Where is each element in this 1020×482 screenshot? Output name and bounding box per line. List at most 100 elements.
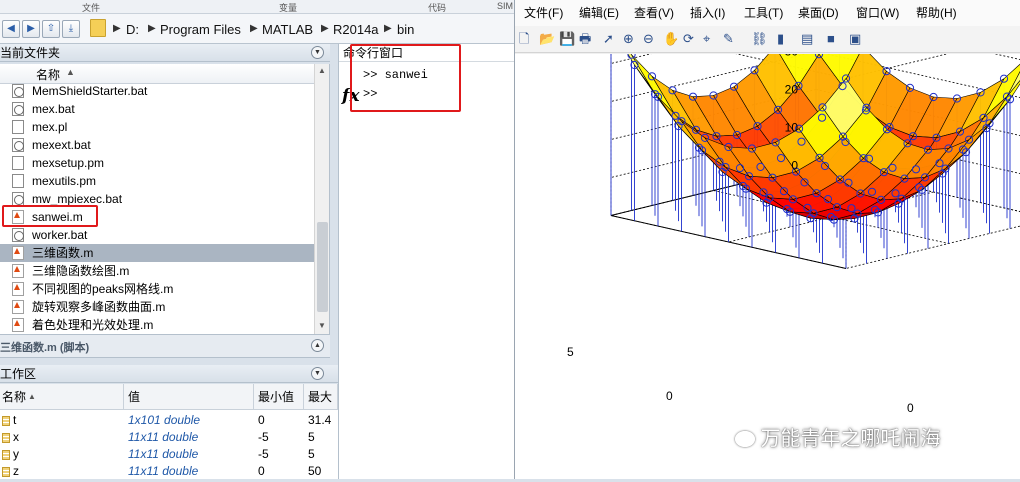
browse-folder-icon[interactable]: ⤓ — [62, 20, 80, 38]
print-icon[interactable]: 🖶 — [579, 31, 595, 47]
ribbon-tab-code[interactable]: 代码 — [428, 1, 446, 14]
figure-menu-item[interactable]: 查看(V) — [634, 4, 674, 21]
breadcrumb-bin[interactable]: bin — [397, 22, 414, 37]
surface-plot[interactable]: 01020304050500 — [515, 54, 1020, 479]
file-row[interactable]: 旋转观察多峰函数曲面.m — [0, 298, 314, 316]
scroll-thumb[interactable] — [317, 222, 328, 312]
variable-min: 0 — [258, 412, 265, 429]
variable-value: 11x11 double — [128, 429, 198, 446]
variable-icon — [2, 467, 10, 477]
variable-name: z — [13, 463, 19, 479]
pan-icon[interactable]: ✋ — [663, 31, 679, 47]
breadcrumb-r2014a[interactable]: R2014a — [333, 22, 379, 37]
file-list-scrollbar[interactable]: ▲ ▼ — [314, 64, 330, 334]
watermark: 万能青年之哪吒闹海 — [735, 422, 941, 451]
m-file-icon — [12, 264, 24, 278]
file-list: 名称 ▲ MemShieldStarter.batmex.batmex.plme… — [0, 64, 330, 334]
details-bar: 三维函数.m (脚本) ▲ — [0, 334, 330, 358]
file-list-header[interactable]: 名称 ▲ — [0, 64, 314, 84]
colorbar-icon[interactable]: ▮ — [777, 31, 793, 47]
file-row[interactable]: mexsetup.pm — [0, 154, 314, 172]
watermark-text: 万能青年之哪吒闹海 — [761, 428, 941, 450]
file-row[interactable]: 三维隐函数绘图.m — [0, 262, 314, 280]
file-row[interactable]: 着色处理和光效处理.m — [0, 316, 314, 334]
figure-menu-item[interactable]: 文件(F) — [524, 4, 563, 21]
file-row[interactable]: worker.bat — [0, 226, 314, 244]
save-icon[interactable]: 💾 — [559, 31, 575, 47]
column-name-label[interactable]: 名称 — [36, 66, 60, 83]
breadcrumb-arrow-icon: ▶ — [250, 23, 258, 34]
workspace-title: 工作区 — [0, 367, 36, 381]
folder-icon — [90, 19, 106, 37]
file-row[interactable]: mex.bat — [0, 100, 314, 118]
breadcrumb-program-files[interactable]: Program Files — [160, 22, 241, 37]
file-row[interactable]: MemShieldStarter.bat — [0, 82, 314, 100]
z-tick-label: 30 — [785, 54, 799, 59]
plot-area[interactable]: 01020304050500 万能青年之哪吒闹海 — [515, 54, 1020, 479]
variable-icon — [2, 450, 10, 460]
breadcrumb-arrow-icon: ▶ — [384, 23, 392, 34]
scroll-down-icon[interactable]: ▼ — [318, 321, 326, 330]
pointer-icon[interactable]: ➚ — [603, 31, 619, 47]
figure-menu-item[interactable]: 插入(I) — [690, 4, 725, 21]
document-icon — [12, 120, 24, 134]
ribbon-tab-variable[interactable]: 变量 — [279, 1, 297, 14]
sort-ascending-icon: ▲ — [66, 67, 75, 77]
workspace-menu-icon[interactable]: ▼ — [311, 367, 324, 380]
variable-name: y — [13, 446, 19, 463]
current-folder-header: 当前文件夹 ▼ — [0, 44, 330, 62]
new-icon[interactable]: 🗋 — [519, 31, 535, 47]
up-folder-icon[interactable]: ⇧ — [42, 20, 60, 38]
back-icon[interactable]: ◀ — [2, 20, 20, 38]
file-name: mex.pl — [32, 118, 67, 136]
details-expand-icon[interactable]: ▲ — [311, 339, 324, 352]
link-icon[interactable]: ⛓ — [751, 31, 767, 47]
highlight-box-command — [350, 44, 461, 112]
variable-value: 11x11 double — [128, 463, 198, 479]
datacursor-icon[interactable]: ⌖ — [703, 31, 719, 47]
panel-menu-icon[interactable]: ▼ — [311, 46, 324, 59]
bat-file-icon — [12, 228, 24, 242]
file-name: 旋转观察多峰函数曲面.m — [32, 298, 165, 316]
figure-toolbar: 🗋📂💾🖶 ➚⊕⊖✋⟳⌖✎ ⛓ ▮ ▤ ■ ▣ — [515, 26, 1020, 53]
open-icon[interactable]: 📂 — [539, 31, 555, 47]
figure-menu-item[interactable]: 窗口(W) — [856, 4, 899, 21]
variable-min: 0 — [258, 463, 265, 479]
rotate-icon[interactable]: ⟳ — [683, 31, 699, 47]
ribbon-tab-sim[interactable]: SIM — [497, 1, 513, 11]
figure-menu-item[interactable]: 桌面(D) — [798, 4, 839, 21]
wechat-icon — [735, 431, 755, 447]
scroll-up-icon[interactable]: ▲ — [318, 66, 326, 75]
figure-menu-item[interactable]: 工具(T) — [744, 4, 783, 21]
file-row[interactable]: 三维函数.m — [0, 244, 314, 262]
brush-icon[interactable]: ✎ — [723, 31, 739, 47]
ribbon-tab-file[interactable]: 文件 — [82, 1, 100, 14]
file-row[interactable]: mex.pl — [0, 118, 314, 136]
legend-icon[interactable]: ▤ — [801, 31, 817, 47]
breadcrumb-drive[interactable]: D: — [126, 22, 139, 37]
x-tick-label: 5 — [567, 345, 574, 359]
file-name: 着色处理和光效处理.m — [32, 316, 153, 334]
zoom-out-icon[interactable]: ⊖ — [643, 31, 659, 47]
current-folder-title: 当前文件夹 — [0, 46, 60, 60]
workspace-header: 工作区 ▼ — [0, 365, 338, 383]
variable-max: 50 — [308, 463, 321, 479]
hide-tools-icon[interactable]: ■ — [827, 31, 843, 47]
figure-menu-item[interactable]: 编辑(E) — [579, 4, 619, 21]
file-name: mexutils.pm — [32, 172, 96, 190]
breadcrumb-matlab[interactable]: MATLAB — [262, 22, 313, 37]
variable-max: 5 — [308, 429, 315, 446]
file-row[interactable]: 不同视图的peaks网格线.m — [0, 280, 314, 298]
file-row[interactable]: mexutils.pm — [0, 172, 314, 190]
zoom-in-icon[interactable]: ⊕ — [623, 31, 639, 47]
figure-menu-item[interactable]: 帮助(H) — [916, 4, 957, 21]
show-tools-icon[interactable]: ▣ — [849, 31, 865, 47]
z-tick-label: 20 — [785, 83, 799, 97]
ws-col-name[interactable]: 名称▲ — [0, 384, 124, 410]
ws-col-min[interactable]: 最小值 — [254, 384, 304, 410]
ws-col-value[interactable]: 值 — [124, 384, 254, 410]
file-row[interactable]: mexext.bat — [0, 136, 314, 154]
ws-col-max[interactable]: 最大 — [304, 384, 338, 410]
figure-menubar: 文件(F) 编辑(E) 查看(V) 插入(I) 工具(T) 桌面(D) 窗口(W) 帮助(H) — [515, 0, 1020, 26]
forward-icon[interactable]: ▶ — [22, 20, 40, 38]
